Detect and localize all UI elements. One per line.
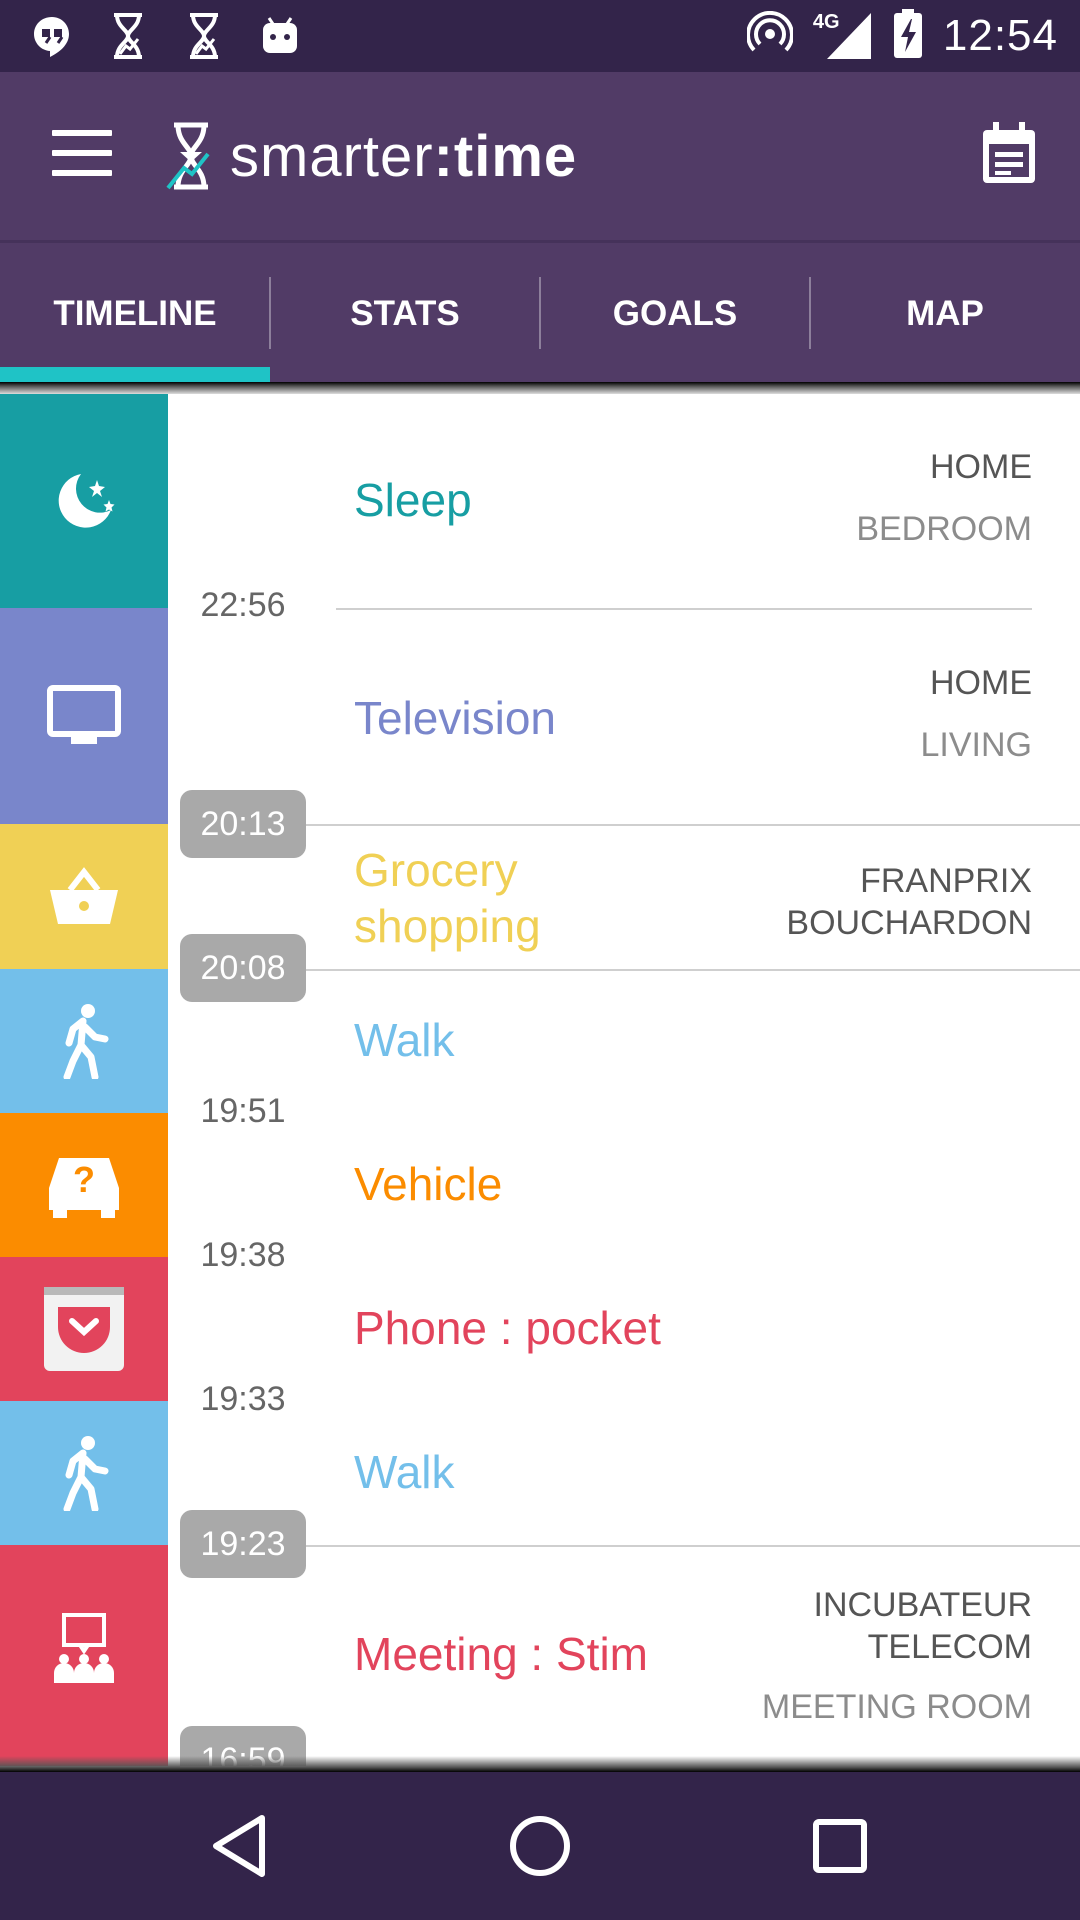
location: HOME BEDROOM xyxy=(856,446,1032,550)
menu-button[interactable] xyxy=(52,130,112,176)
divider xyxy=(306,969,1080,971)
navigation-bar xyxy=(0,1772,1080,1920)
activity-color-block-meeting[interactable] xyxy=(0,1545,168,1766)
android-icon xyxy=(256,12,304,60)
walk-icon xyxy=(63,1436,109,1511)
recents-button[interactable] xyxy=(802,1808,878,1884)
time-label: 19:38 xyxy=(200,1236,286,1274)
hourglass-icon xyxy=(104,12,152,60)
logo-text-bold: time xyxy=(453,123,578,189)
logo-text-colon: : xyxy=(433,123,454,189)
location: INCUBATEUR TELECOM MEETING ROOM xyxy=(762,1584,1032,1728)
activity-label[interactable]: Grocery shopping xyxy=(354,842,541,954)
home-icon xyxy=(510,1816,570,1876)
time-label: 20:13 xyxy=(180,790,306,858)
activity-label[interactable]: Walk xyxy=(354,1444,455,1500)
divider xyxy=(306,824,1080,826)
signal-icon: 4G xyxy=(813,11,873,61)
tab-stats[interactable]: STATS xyxy=(270,243,540,385)
system-status-icons: 4G 12:54 xyxy=(745,6,1058,66)
activity-color-block-sleep[interactable] xyxy=(0,394,168,608)
list-bottom-shadow xyxy=(0,1756,1080,1772)
timeline-list[interactable]: Sleep HOME BEDROOM 22:56 Television HOME… xyxy=(0,394,1080,1766)
app-title: smarter:time xyxy=(230,123,577,190)
back-icon xyxy=(213,1815,265,1877)
tv-icon xyxy=(47,685,121,744)
location-sub-place: BEDROOM xyxy=(856,510,1032,548)
tab-goals[interactable]: GOALS xyxy=(540,243,810,385)
location-place: BOUCHARDON xyxy=(786,904,1032,942)
logo-text-light: smarter xyxy=(230,123,434,189)
back-button[interactable] xyxy=(202,1808,278,1884)
activity-label[interactable]: Vehicle xyxy=(354,1156,502,1212)
notification-icons xyxy=(28,10,304,62)
selected-tab-indicator xyxy=(0,367,270,383)
tab-label: TIMELINE xyxy=(53,294,217,333)
moon-stars-icon xyxy=(58,474,115,528)
basket-icon xyxy=(50,866,118,924)
battery-charging-icon xyxy=(893,8,923,64)
activity-label[interactable]: Television xyxy=(354,690,556,746)
location-place: HOME xyxy=(930,664,1032,702)
location-sub-place: MEETING ROOM xyxy=(761,1688,1032,1726)
activity-color-block-walk[interactable] xyxy=(0,1401,168,1545)
tab-map[interactable]: MAP xyxy=(810,243,1080,385)
tab-label: GOALS xyxy=(612,294,738,333)
clock: 12:54 xyxy=(942,11,1058,60)
activity-label[interactable]: Phone : pocket xyxy=(354,1300,661,1356)
time-label: 22:56 xyxy=(200,586,286,624)
location-sub-place: LIVING xyxy=(920,726,1032,764)
activity-color-block-vehicle[interactable]: ? xyxy=(0,1113,168,1257)
hourglass-icon xyxy=(180,12,228,60)
meeting-icon xyxy=(54,1613,114,1683)
activity-label-line: shopping xyxy=(354,900,541,952)
pocket-icon xyxy=(44,1287,124,1371)
time-label: 19:51 xyxy=(200,1092,286,1130)
activity-label[interactable]: Meeting : Stim xyxy=(354,1626,648,1682)
tab-timeline[interactable]: TIMELINE xyxy=(0,243,270,385)
app-logo: smarter:time xyxy=(166,116,577,196)
location: HOME LIVING xyxy=(921,662,1032,766)
activity-color-block-television[interactable] xyxy=(0,608,168,824)
activity-label[interactable]: Walk xyxy=(354,1012,455,1068)
time-label: 19:23 xyxy=(180,1510,306,1578)
location-place: HOME xyxy=(930,448,1032,486)
recents-icon xyxy=(813,1819,867,1873)
hotspot-icon xyxy=(745,10,794,62)
location-place: INCUBATEUR xyxy=(813,1586,1033,1624)
activity-color-block-grocery[interactable] xyxy=(0,824,168,969)
divider xyxy=(336,608,1032,610)
network-type-label: 4G xyxy=(812,11,840,33)
divider xyxy=(306,1545,1080,1547)
location-place: TELECOM xyxy=(867,1628,1032,1666)
tab-bar: TIMELINE STATS GOALS MAP xyxy=(0,240,1080,385)
home-button[interactable] xyxy=(502,1808,578,1884)
activity-label[interactable]: Sleep xyxy=(354,472,472,528)
walk-icon xyxy=(63,1004,109,1079)
tab-label: STATS xyxy=(350,294,460,333)
hamburger-icon xyxy=(52,130,112,136)
status-bar: 4G 12:54 xyxy=(0,0,1080,72)
activity-label-line: Grocery xyxy=(354,844,518,896)
car-unknown-icon: ? xyxy=(49,1158,119,1218)
activity-color-block-walk[interactable] xyxy=(0,969,168,1113)
svg-text:?: ? xyxy=(73,1159,95,1200)
calendar-button[interactable] xyxy=(980,122,1038,186)
time-label: 19:33 xyxy=(200,1380,286,1418)
time-label: 20:08 xyxy=(180,934,306,1002)
activity-color-block-phone-pocket[interactable] xyxy=(0,1257,168,1401)
tab-label: MAP xyxy=(906,294,984,333)
hangouts-icon xyxy=(28,12,76,60)
location-place: FRANPRIX xyxy=(860,862,1032,900)
app-bar: smarter:time xyxy=(0,72,1080,240)
calendar-icon xyxy=(983,122,1035,183)
location: FRANPRIX BOUCHARDON xyxy=(786,860,1032,944)
smartertime-logo-icon xyxy=(166,122,210,190)
